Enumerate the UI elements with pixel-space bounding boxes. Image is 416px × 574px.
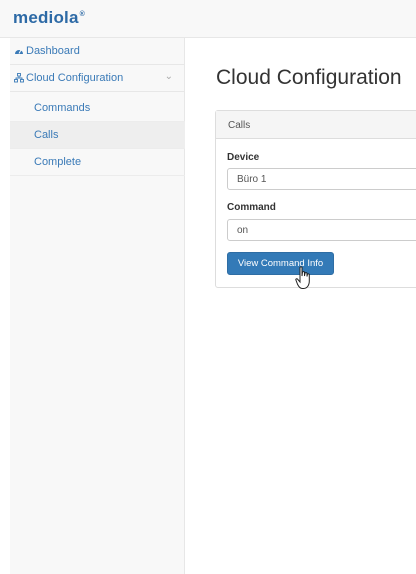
brand-registered-mark: ® bbox=[79, 11, 85, 19]
panel-heading: Calls bbox=[216, 111, 416, 139]
view-command-info-button[interactable]: View Command Info bbox=[227, 252, 334, 275]
chevron-down-icon[interactable]: ⌄ bbox=[165, 71, 173, 82]
calls-panel: Calls Device Büro 1 Command on View Comm… bbox=[215, 110, 416, 288]
hand-cursor-icon bbox=[295, 266, 310, 289]
brand-name: mediola bbox=[13, 8, 79, 27]
dashboard-icon bbox=[15, 49, 23, 54]
sitemap-icon bbox=[14, 73, 24, 83]
sidebar-subitem-label: Complete bbox=[34, 156, 82, 168]
sidebar-subitem-commands[interactable]: Commands bbox=[10, 95, 185, 122]
sidebar-item-cloud-configuration[interactable]: Cloud Configuration ⌄ bbox=[10, 65, 185, 92]
page-title: Cloud Configuration bbox=[216, 66, 402, 89]
top-navbar: mediola® bbox=[0, 0, 416, 38]
command-label: Command bbox=[227, 202, 276, 213]
command-field-value: on bbox=[237, 225, 249, 236]
sidebar-subitem-calls[interactable]: Calls bbox=[10, 122, 185, 149]
device-field-value: Büro 1 bbox=[237, 174, 267, 185]
command-field[interactable]: on bbox=[227, 219, 416, 241]
sidebar-item-label: Dashboard bbox=[26, 45, 80, 57]
panel-heading-text: Calls bbox=[228, 120, 251, 131]
device-label: Device bbox=[227, 152, 260, 163]
sidebar: Dashboard Cloud Configuration ⌄ Commands… bbox=[10, 38, 185, 574]
sidebar-subitem-label: Calls bbox=[34, 129, 59, 141]
sidebar-item-label: Cloud Configuration bbox=[26, 72, 124, 84]
sidebar-item-dashboard[interactable]: Dashboard bbox=[10, 38, 185, 65]
device-field[interactable]: Büro 1 bbox=[227, 168, 416, 190]
sidebar-subitem-complete[interactable]: Complete bbox=[10, 149, 185, 176]
brand-logo[interactable]: mediola® bbox=[13, 8, 85, 28]
sidebar-subitem-label: Commands bbox=[34, 102, 91, 114]
